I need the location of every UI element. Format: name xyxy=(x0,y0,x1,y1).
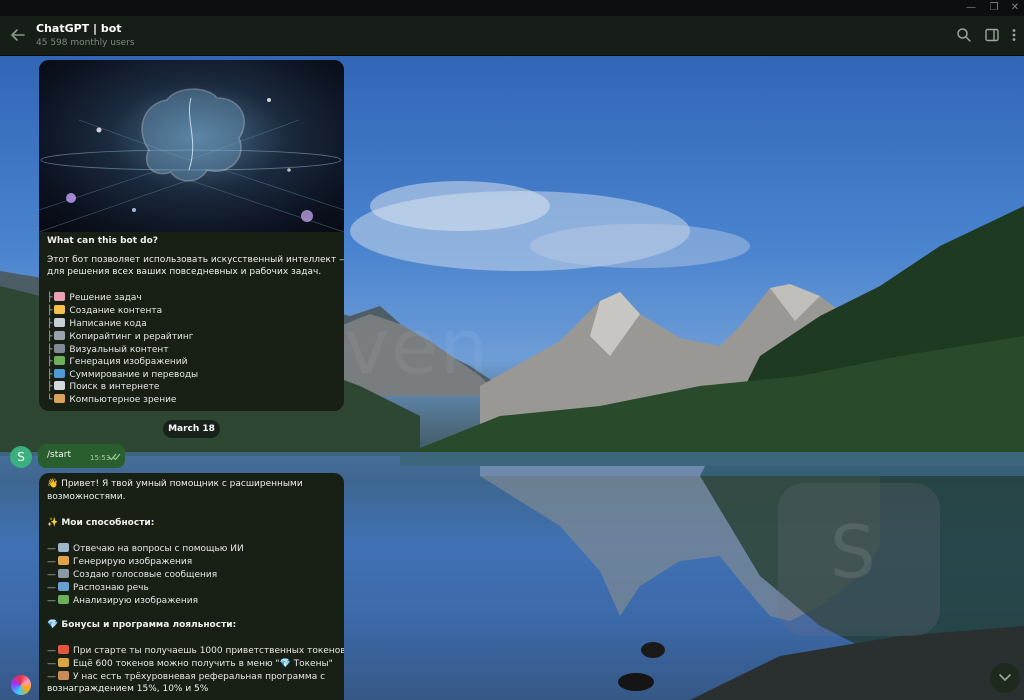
feature-item: ├ Суммирование и переводы xyxy=(47,369,199,380)
magnifier-icon xyxy=(54,381,66,390)
more-icon[interactable] xyxy=(1006,27,1022,43)
feature-item: ├ Написание кода xyxy=(47,318,147,329)
gift-icon xyxy=(58,645,69,654)
people-icon xyxy=(58,671,69,680)
chat-title[interactable]: ChatGPT | bot xyxy=(36,22,122,35)
bonus-continuation: вознаграждением 15%, 10% и 5% xyxy=(47,684,209,694)
chevron-down-icon xyxy=(999,674,1011,682)
bot-cover-image xyxy=(39,60,344,232)
ability-item: — Анализирую изображения xyxy=(47,595,198,606)
writing-hand-icon xyxy=(54,305,66,314)
speaker-icon xyxy=(58,582,69,591)
feature-item: ├ Решение задач xyxy=(47,292,142,303)
read-checkmarks-icon xyxy=(108,453,121,461)
back-arrow-icon[interactable] xyxy=(9,26,27,44)
brain-icon xyxy=(54,292,66,301)
feature-item: ├ Поиск в интернете xyxy=(47,381,160,392)
ability-item: — Генерирую изображения xyxy=(47,556,193,567)
search-icon[interactable] xyxy=(956,27,972,43)
abilities-title: ✨ Мои способности: xyxy=(47,518,155,528)
app-logo-icon[interactable] xyxy=(11,675,31,695)
eye-icon xyxy=(54,394,66,403)
scroll-down-button[interactable] xyxy=(990,663,1020,693)
greeting-line: 👋 Привет! Я твой умный помощник с расшир… xyxy=(47,479,303,489)
feature-item: ├ Копирайтинг и рерайтинг xyxy=(47,331,194,342)
bonus-item: — При старте ты получаешь 1000 приветстве… xyxy=(47,645,344,656)
pen-icon xyxy=(54,331,66,340)
window-titlebar: — ❐ ✕ xyxy=(0,0,1024,16)
palette-icon xyxy=(58,556,69,565)
feature-item: ├ Генерация изображений xyxy=(47,356,188,367)
intro-description-line: Этот бот позволяет использовать искусств… xyxy=(47,255,344,265)
overlay-letter: S xyxy=(830,510,876,594)
bonus-item: — У нас есть трёхуровневая реферальная пр… xyxy=(47,671,326,682)
outgoing-message[interactable]: /start 15:53 xyxy=(38,444,125,468)
laptop-icon xyxy=(54,318,66,327)
ability-item: — Распознаю речь xyxy=(47,582,149,593)
microphone-icon xyxy=(58,569,69,578)
bonus-item: — Ещё 600 токенов можно получить в меню "… xyxy=(47,658,333,669)
close-window-button[interactable]: ✕ xyxy=(1000,0,1024,16)
robot-icon xyxy=(58,543,69,552)
avatar[interactable]: S xyxy=(10,446,32,468)
books-icon xyxy=(54,369,66,378)
camera-icon xyxy=(54,344,66,353)
ability-item: — Создаю голосовые сообщения xyxy=(47,569,218,580)
date-separator: March 18 xyxy=(163,420,220,438)
intro-heading: What can this bot do? xyxy=(47,236,158,246)
framed-picture-icon xyxy=(54,356,66,365)
chat-header: ChatGPT | bot 45 598 monthly users xyxy=(0,16,1024,56)
chat-subtitle: 45 598 monthly users xyxy=(36,38,135,48)
bot-intro-bubble: What can this bot do? Этот бот позволяет… xyxy=(39,60,344,411)
ability-item: — Отвечаю на вопросы с помощью ИИ xyxy=(47,543,244,554)
bot-welcome-message: 👋 Привет! Я твой умный помощник с расшир… xyxy=(39,473,344,700)
sidebar-icon[interactable] xyxy=(984,27,1000,43)
intro-description-line: для решения всех ваших повседневных и ра… xyxy=(47,267,322,277)
message-text: /start xyxy=(47,450,71,460)
framed-picture-icon xyxy=(58,595,69,604)
bonus-title: 💎 Бонусы и программа лояльности: xyxy=(47,620,237,630)
feature-item: ├ Визуальный контент xyxy=(47,344,169,355)
money-bag-icon xyxy=(58,658,69,667)
feature-item: └ Компьютерное зрение xyxy=(47,394,177,405)
feature-item: ├ Создание контента xyxy=(47,305,163,316)
greeting-line: возможностями. xyxy=(47,492,126,502)
